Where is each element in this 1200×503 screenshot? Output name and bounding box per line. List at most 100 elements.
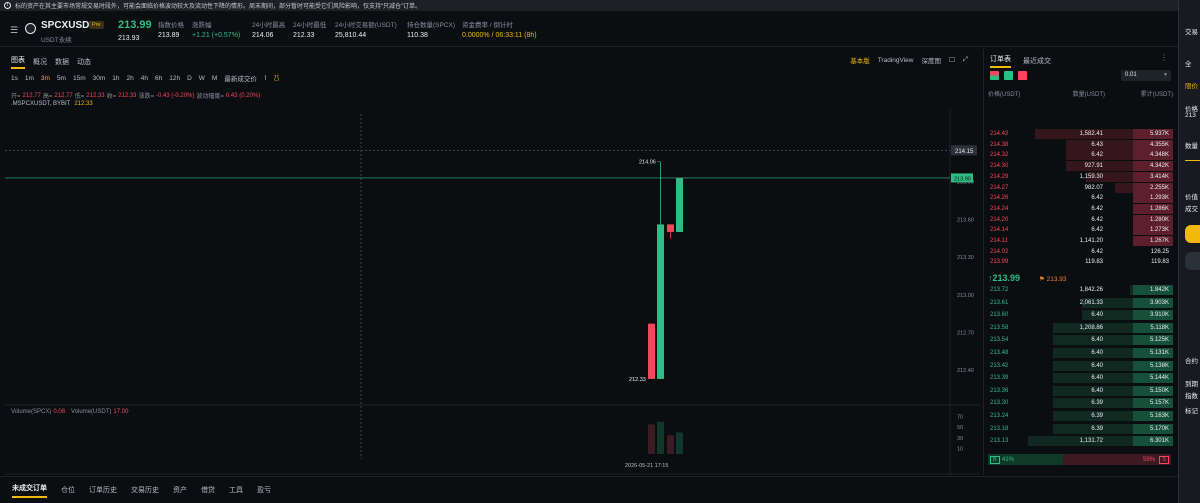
- bid-row[interactable]: 213.30 6.39 5.157K: [986, 398, 1173, 409]
- ask-row[interactable]: 214.30 927.91 4.342K: [986, 161, 1173, 172]
- trade-panel-label[interactable]: 限价: [1185, 80, 1198, 90]
- bid-row[interactable]: 213.58 1,208.86 5.118K: [986, 322, 1173, 334]
- ask-row[interactable]: 214.11 1,141.20 1.267K: [986, 236, 1173, 247]
- ask-row[interactable]: 214.20 6.42 1.280K: [986, 214, 1173, 226]
- price-tick-label: 213.00: [957, 293, 974, 299]
- ask-row[interactable]: 214.14 6.42 1.273K: [986, 225, 1173, 236]
- order-button[interactable]: [1185, 225, 1200, 243]
- bottom-tab[interactable]: 未成交订单: [12, 483, 47, 498]
- bottom-tab[interactable]: 仓位: [61, 485, 75, 495]
- bottom-tab[interactable]: 借贷: [201, 485, 215, 495]
- chart-panel: 图表 概况 数据 动态 基本版 TradingView 深度图 ☐ ⤢ 1s 1m 3m 5m 15m…: [5, 49, 980, 475]
- ask-row[interactable]: 214.02 6.42 126.25: [986, 247, 1173, 258]
- symbol-name[interactable]: SPCXUSDT: [41, 20, 95, 31]
- leverage-slider[interactable]: [1185, 160, 1200, 161]
- header-stat-label: 24小时交易额(USDT): [335, 22, 397, 29]
- ask-row[interactable]: 214.24 6.42 1.286K: [986, 203, 1173, 215]
- order-price: 213.72: [990, 287, 1009, 293]
- ask-row[interactable]: 213.99 119.83 119.83: [986, 257, 1173, 268]
- bid-row[interactable]: 213.54 6.40 5.125K: [986, 335, 1173, 346]
- trade-panel-label[interactable]: 合约: [1185, 355, 1198, 365]
- bid-row[interactable]: 213.39 6.40 5.144K: [986, 373, 1173, 384]
- ask-row[interactable]: 214.26 6.42 1.293K: [986, 193, 1173, 204]
- bottom-tab[interactable]: 资产: [173, 485, 187, 495]
- info-icon: i: [4, 2, 11, 9]
- pre-badge: Pre: [89, 21, 104, 29]
- order-price: 214.29: [990, 173, 1009, 180]
- orderbook-tab[interactable]: 订单表: [990, 54, 1011, 68]
- notice-text: 标的资产在其主要市场常规交易时段外，可能会面临价格波动较大及流动性下降的情形。周…: [15, 4, 421, 10]
- trade-panel-label[interactable]: 213: [1185, 112, 1196, 119]
- order-qty: 6.42: [1091, 216, 1103, 223]
- header-stat-label: 24小时最高: [252, 22, 286, 29]
- order-book-panel: 订单表 最近成交 ⋮ 0.01 ▼ 价格(USDT) 数量(USDT) 累计(US…: [983, 49, 1178, 475]
- candle-body: [667, 224, 674, 232]
- trade-panel-label[interactable]: 价值: [1185, 191, 1198, 201]
- order-cumulative: 2.255K: [1149, 184, 1169, 191]
- order-cumulative: 5.163K: [1149, 413, 1169, 419]
- ask-row[interactable]: 214.38 6.43 4.355K: [986, 139, 1173, 151]
- more-options-icon[interactable]: ⋮: [1160, 53, 1168, 62]
- volume-tick-label: 10: [957, 447, 963, 453]
- order-qty: 6.40: [1091, 362, 1103, 369]
- bid-row[interactable]: 213.18 6.39 5.170K: [986, 423, 1173, 435]
- trade-panel-label[interactable]: 全: [1185, 58, 1192, 68]
- bid-row[interactable]: 213.60 6.40 3.910K: [986, 310, 1173, 321]
- order-price: 213.60: [990, 312, 1009, 319]
- asks-view-icon[interactable]: [1018, 71, 1027, 80]
- ask-row[interactable]: 214.27 982.07 2.255K: [986, 182, 1173, 194]
- order-price: 213.61: [990, 299, 1009, 306]
- symbol-logo: [25, 23, 36, 34]
- bid-row[interactable]: 213.48 6.40 5.131K: [986, 348, 1173, 359]
- trade-panel-label[interactable]: 标记: [1185, 405, 1198, 415]
- header-stat: 24小时最低 212.33: [293, 19, 326, 39]
- ask-row[interactable]: 214.32 6.42 4.348K: [986, 150, 1173, 161]
- order-cumulative: 5.170K: [1149, 425, 1169, 432]
- header-stat: 24小时交易额(USDT) 25,810.44: [335, 19, 397, 39]
- ask-row[interactable]: 214.42 1,582.41 5.937K: [986, 129, 1173, 140]
- orderbook-tab[interactable]: 最近成交: [1023, 56, 1051, 66]
- order-price: 214.27: [990, 184, 1009, 191]
- bids-view-icon[interactable]: [1004, 71, 1013, 80]
- volume-bar: [657, 421, 664, 454]
- time-axis-label: 2026-05-21 17:15: [625, 463, 668, 469]
- both-sides-view-icon[interactable]: [990, 71, 999, 80]
- menu-icon[interactable]: ☰: [10, 25, 18, 36]
- order-price: 214.11: [990, 238, 1008, 244]
- header-stat-label: 指数价格: [158, 22, 184, 29]
- bid-row[interactable]: 213.36 6.40 5.150K: [986, 385, 1173, 397]
- bid-row[interactable]: 213.72 1,842.26 1.842K: [986, 285, 1173, 296]
- order-qty: 119.83: [1085, 259, 1103, 266]
- bid-row[interactable]: 213.13 1,131.72 6.301K: [986, 436, 1173, 447]
- bottom-tab[interactable]: 盈亏: [257, 485, 271, 495]
- buy-sell-ratio-bar: B 41% 59% S: [988, 454, 1171, 465]
- precision-select[interactable]: 0.01 ▼: [1121, 70, 1171, 81]
- flag-icon: ⚑: [1039, 276, 1047, 283]
- high-annotation: 214.06: [639, 160, 656, 166]
- order-qty: 1,582.41: [1079, 131, 1103, 137]
- bid-row[interactable]: 213.24 6.39 5.163K: [986, 411, 1173, 422]
- order-qty: 6.39: [1091, 413, 1103, 419]
- order-qty: 1,141.20: [1079, 238, 1103, 244]
- ask-row[interactable]: 214.29 1,159.30 3.414K: [986, 171, 1173, 183]
- order-price: 213.58: [990, 324, 1009, 331]
- bid-row[interactable]: 213.42 6.40 5.138K: [986, 360, 1173, 372]
- order-cumulative: 1.267K: [1149, 238, 1169, 244]
- order-cumulative: 5.125K: [1149, 337, 1169, 344]
- trade-panel-label[interactable]: 交易: [1185, 26, 1198, 36]
- trade-panel-label[interactable]: 指数: [1185, 390, 1198, 400]
- trade-panel-label[interactable]: 到期: [1185, 378, 1198, 388]
- trade-panel-label[interactable]: 成交: [1185, 203, 1198, 213]
- bid-row[interactable]: 213.61 2,061.33 3.903K: [986, 297, 1173, 309]
- order-cumulative: 119.83: [1151, 259, 1169, 266]
- candlestick-chart[interactable]: 213.90 213.60 213.30 213.00 212.70 212.40 214.…: [5, 49, 980, 475]
- trade-panel-label[interactable]: 数量: [1185, 140, 1198, 150]
- order-qty: 6.42: [1091, 152, 1103, 159]
- orderbook-tabs: 订单表 最近成交: [990, 54, 1063, 68]
- candle-body: [676, 177, 683, 232]
- order-cumulative: 4.355K: [1149, 141, 1169, 148]
- bottom-tab[interactable]: 交易历史: [131, 485, 159, 495]
- bottom-tab[interactable]: 订单历史: [89, 485, 117, 495]
- order-button-secondary[interactable]: [1185, 252, 1200, 270]
- bottom-tab[interactable]: 工具: [229, 485, 243, 495]
